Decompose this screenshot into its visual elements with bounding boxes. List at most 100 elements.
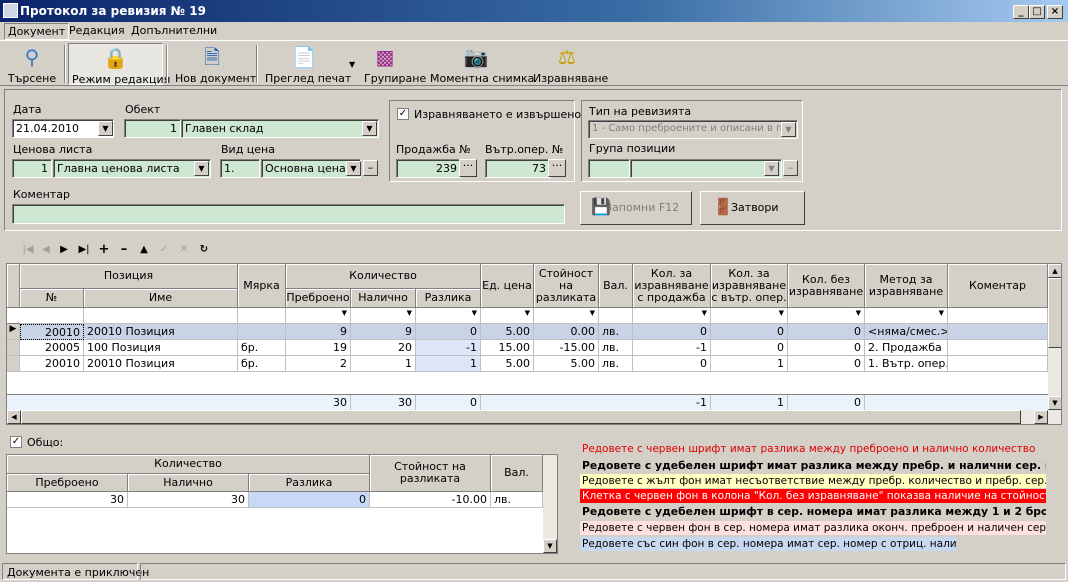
internal-op-lookup-button[interactable]: ··· [548,159,566,177]
vertical-scrollbar[interactable]: ▲ ▼ [1048,264,1061,424]
filter-dropdown-icon[interactable]: ▼ [481,308,534,324]
current-row-indicator-icon[interactable]: ▶ [7,324,20,340]
scroll-up-icon[interactable]: ▲ [1048,264,1061,278]
cell-number[interactable]: 20010 [20,324,84,340]
cell-comment[interactable] [948,324,1048,340]
horizontal-scroll-thumb[interactable] [21,410,1021,424]
close-button[interactable]: 🚪 Затвори [700,191,805,225]
add-record-icon[interactable]: + [96,243,112,257]
cell-qty-sale[interactable]: -1 [633,340,711,356]
cell-number[interactable]: 20005 [20,340,84,356]
group-dropdown-icon[interactable]: ▼ [764,161,779,176]
summary-checkbox[interactable]: ✓ [10,436,22,448]
filter-dropdown-icon[interactable]: ▼ [351,308,416,324]
revision-type-select[interactable]: 1 - Само преброените и описани в пр [588,120,798,139]
cell-method[interactable]: 1. Вътр. опер. [865,356,948,372]
group-name-input[interactable] [630,159,782,178]
pricelist-number-input[interactable]: 1 [12,159,52,178]
equalized-checkbox[interactable]: ✓ [397,108,409,120]
cell-qty-internal[interactable]: 0 [711,340,788,356]
pricetype-number-input[interactable]: 1. [220,159,260,178]
summary-scrollbar[interactable]: ▼ [543,455,557,553]
cell-diff[interactable]: 0 [416,324,481,340]
cell-name[interactable]: 20010 Позиция [84,324,238,340]
cell-diff-value[interactable]: 5.00 [534,356,599,372]
table-row[interactable]: 20005 100 Позиция бр. 19 20 -1 15.00 -15.00 лв. -… [7,340,1048,356]
filter-cell[interactable] [20,308,84,324]
filter-dropdown-icon[interactable]: ▼ [865,308,948,324]
cell-comment[interactable] [948,340,1048,356]
first-record-icon[interactable]: |◀ [20,243,36,257]
cell-qty-sale[interactable]: 0 [633,356,711,372]
pricelist-dropdown-icon[interactable]: ▼ [194,161,209,176]
filter-cell[interactable] [238,308,286,324]
snapshot-button[interactable]: 📷 Моментна снимка [427,43,534,85]
row-indicator[interactable] [7,340,20,356]
filter-dropdown-icon[interactable]: ▼ [633,308,711,324]
cell-unit-price[interactable]: 15.00 [481,340,534,356]
cancel-record-icon[interactable]: ✕ [176,243,192,257]
date-dropdown-icon[interactable]: ▼ [98,121,113,136]
group-button[interactable]: ▩ Групиране [361,43,426,85]
menu-additional[interactable]: Допълнителни [128,24,220,37]
object-dropdown-icon[interactable]: ▼ [362,121,377,136]
filter-dropdown-icon[interactable]: ▼ [534,308,599,324]
last-record-icon[interactable]: ▶| [76,243,92,257]
refresh-icon[interactable]: ↻ [196,243,212,257]
cell-currency[interactable]: лв. [599,324,633,340]
scroll-left-icon[interactable]: ◀ [7,410,21,424]
cell-diff[interactable]: 1 [416,356,481,372]
menu-document[interactable]: Документ [4,23,70,40]
cell-counted[interactable]: 2 [286,356,351,372]
cell-name[interactable]: 100 Позиция [84,340,238,356]
cell-comment[interactable] [948,356,1048,372]
filter-dropdown-icon[interactable]: ▼ [286,308,351,324]
cell-counted[interactable]: 19 [286,340,351,356]
cell-diff-value[interactable]: 0.00 [534,324,599,340]
summary-scroll-down-icon[interactable]: ▼ [543,539,557,553]
vertical-scroll-thumb[interactable] [1048,278,1061,348]
maximize-button[interactable]: □ [1029,5,1045,19]
cell-currency[interactable]: лв. [599,356,633,372]
cell-name[interactable]: 20010 Позиция [84,356,238,372]
object-number-input[interactable]: 1 [124,119,181,138]
cell-method[interactable]: 2. Продажба [865,340,948,356]
cell-diff[interactable]: -1 [416,340,481,356]
cell-qty-internal[interactable]: 0 [711,324,788,340]
filter-dropdown-icon[interactable]: ▼ [711,308,788,324]
minimize-button[interactable]: _ [1013,5,1029,19]
table-row[interactable]: ▶ 20010 20010 Позиция 9 9 0 5.00 0.00 лв. 0 0 0 <ням… [7,324,1048,340]
pricetype-dropdown-icon[interactable]: ▼ [346,161,361,176]
cell-available[interactable]: 9 [351,324,416,340]
sale-lookup-button[interactable]: ··· [459,159,477,177]
cell-qty-none[interactable]: 0 [788,340,865,356]
delete-record-icon[interactable]: – [116,243,132,257]
cell-number[interactable]: 20010 [20,356,84,372]
cell-method[interactable]: <няма/смес.> [865,324,948,340]
cell-unit-price[interactable]: 5.00 [481,356,534,372]
cell-unit[interactable] [238,324,286,340]
next-record-icon[interactable]: ▶ [56,243,72,257]
menu-edit[interactable]: Редакция [66,24,128,37]
cell-qty-internal[interactable]: 1 [711,356,788,372]
cell-qty-none[interactable]: 0 [788,356,865,372]
filter-cell[interactable] [599,308,633,324]
print-preview-dropdown-icon[interactable]: ▼ [349,60,355,69]
cell-available[interactable]: 20 [351,340,416,356]
group-number-input[interactable] [588,159,630,178]
horizontal-scrollbar[interactable]: ◀ ▶ [7,410,1048,424]
revision-type-dropdown-icon[interactable]: ▼ [781,122,796,137]
search-button[interactable]: ⚲ Търсене [4,43,60,85]
prev-record-icon[interactable]: ◀ [38,243,54,257]
close-window-button[interactable]: × [1047,5,1063,19]
pricelist-name-input[interactable]: Главна ценова листа [53,159,211,178]
cell-available[interactable]: 1 [351,356,416,372]
cell-unit-price[interactable]: 5.00 [481,324,534,340]
pricetype-clear-button[interactable]: – [363,160,378,176]
filter-dropdown-icon[interactable]: ▼ [788,308,865,324]
new-document-button[interactable]: 🗎 Нов документ [172,43,256,85]
cell-counted[interactable]: 9 [286,324,351,340]
row-indicator[interactable] [7,356,20,372]
cell-diff-value[interactable]: -15.00 [534,340,599,356]
filter-cell[interactable] [84,308,238,324]
